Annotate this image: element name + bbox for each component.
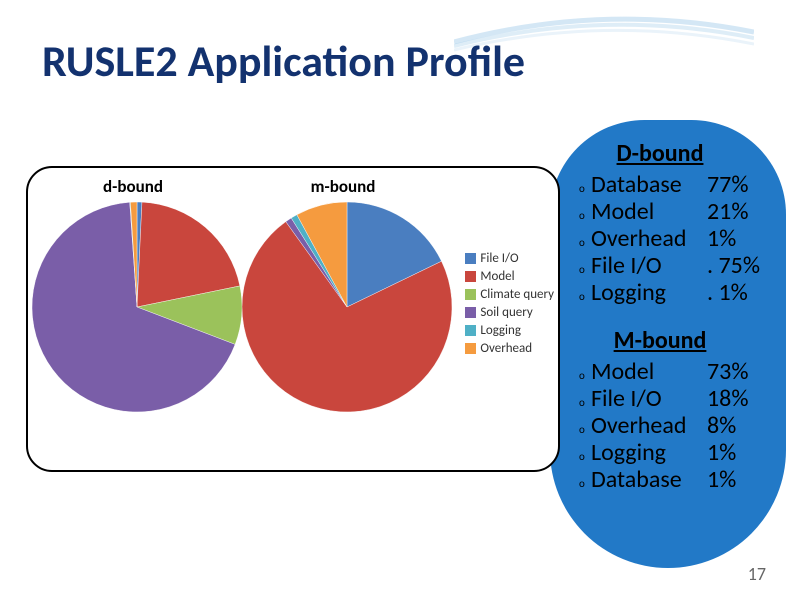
stat-value: 73% <box>707 359 748 386</box>
legend-label: Logging <box>480 323 521 338</box>
stat-row: o Model21% <box>577 199 777 226</box>
bullet: o <box>579 183 587 195</box>
legend-label: File I/O <box>480 251 518 266</box>
pie-d-bound <box>32 202 242 412</box>
charts-panel: d-bound m-bound File I/O Model Climate que… <box>26 166 560 472</box>
pie-chart <box>32 202 242 412</box>
pie-title-m: m-bound <box>243 176 443 197</box>
stat-label: Logging <box>591 440 707 467</box>
legend-swatch <box>465 271 476 282</box>
bullet: o <box>579 424 587 436</box>
bullet: o <box>579 264 587 276</box>
m-bound-heading: M-bound <box>585 326 735 355</box>
legend-item: Soil query <box>465 305 554 320</box>
stat-row: o Logging1% <box>577 440 777 467</box>
stat-value: 21% <box>707 199 748 226</box>
stat-row: o Overhead 8% <box>577 413 777 440</box>
stat-value: 1% <box>707 440 736 467</box>
stat-label: Database <box>591 467 707 494</box>
legend-label: Model <box>480 269 514 284</box>
stat-label: Database <box>591 172 707 199</box>
stat-value: . 75% <box>707 253 760 280</box>
legend-item: File I/O <box>465 251 554 266</box>
legend-item: Climate query <box>465 287 554 302</box>
info-text: D-bound oDatabase77%oModel21%oOverhead1%… <box>577 135 777 494</box>
pie-m-bound <box>242 202 452 412</box>
stat-row: o File I/O. 75% <box>577 253 777 280</box>
legend-swatch <box>465 343 476 354</box>
stat-label: File I/O <box>591 386 707 413</box>
legend-label: Climate query <box>480 287 554 302</box>
bullet: o <box>579 210 587 222</box>
legend-label: Overhead <box>480 341 532 356</box>
legend: File I/O Model Climate query Soil query Logg… <box>465 248 554 359</box>
stat-value: 77% <box>707 172 748 199</box>
stat-label: Overhead <box>591 226 707 253</box>
legend-item: Logging <box>465 323 554 338</box>
legend-swatch <box>465 253 476 264</box>
stat-label: File I/O <box>591 253 707 280</box>
legend-item: Model <box>465 269 554 284</box>
legend-item: Overhead <box>465 341 554 356</box>
bullet: o <box>579 291 587 303</box>
pie-chart <box>242 202 452 412</box>
stat-row: o Overhead1% <box>577 226 777 253</box>
stat-value: 1% <box>707 467 736 494</box>
d-bound-heading: D-bound <box>585 139 735 168</box>
legend-swatch <box>465 325 476 336</box>
legend-swatch <box>465 289 476 300</box>
bullet: o <box>579 237 587 249</box>
page-title: RUSLE2 Application Profile <box>42 34 525 88</box>
stat-row: o Database1% <box>577 467 777 494</box>
stat-value: . 1% <box>707 280 748 307</box>
stat-row: o Database77% <box>577 172 777 199</box>
stat-row: o Model73% <box>577 359 777 386</box>
stat-label: Overhead <box>591 413 707 440</box>
stat-value: 1% <box>707 226 736 253</box>
bullet: o <box>579 478 587 490</box>
legend-swatch <box>465 307 476 318</box>
pie-title-d: d-bound <box>33 176 233 197</box>
bullet: o <box>579 370 587 382</box>
stat-row: o Logging. 1% <box>577 280 777 307</box>
legend-label: Soil query <box>480 305 532 320</box>
stat-label: Logging <box>591 280 707 307</box>
stat-value: 18% <box>707 386 748 413</box>
bullet: o <box>579 397 587 409</box>
stat-value: 8% <box>707 413 736 440</box>
stat-label: Model <box>591 199 707 226</box>
page-number: 17 <box>748 563 766 585</box>
stat-row: o File I/O18% <box>577 386 777 413</box>
bullet: o <box>579 451 587 463</box>
stat-label: Model <box>591 359 707 386</box>
